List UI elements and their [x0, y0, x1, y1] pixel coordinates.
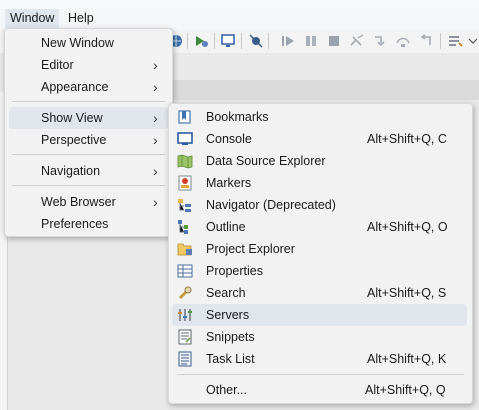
search-label: Search — [206, 286, 246, 300]
show-view-data-source-explorer[interactable]: Data Source Explorer — [172, 150, 467, 172]
window-menu-show-view[interactable]: Show View › — [9, 107, 168, 129]
show-view-navigator[interactable]: Navigator (Deprecated) — [172, 194, 467, 216]
menu-help[interactable]: Help — [63, 9, 99, 28]
data-source-explorer-label: Data Source Explorer — [206, 154, 326, 168]
debug-run-icon[interactable] — [193, 33, 209, 49]
dropdown-icon[interactable] — [468, 33, 479, 49]
servers-icon — [177, 307, 193, 323]
appearance-label: Appearance — [41, 80, 109, 94]
window-menu-perspective[interactable]: Perspective › — [9, 129, 168, 151]
properties-label: Properties — [206, 264, 263, 278]
submenu-arrow-icon: › — [153, 163, 158, 179]
submenu-arrow-icon: › — [153, 79, 158, 95]
preferences-label: Preferences — [41, 217, 109, 231]
properties-icon — [177, 263, 193, 279]
menu-separator — [177, 374, 464, 375]
new-window-label: New Window — [41, 36, 114, 50]
window-menu-new-window[interactable]: New Window — [9, 32, 168, 54]
outline-shortcut: Alt+Shift+Q, O — [367, 220, 448, 234]
step-return-icon[interactable] — [418, 33, 434, 49]
navigation-label: Navigation — [41, 164, 101, 178]
project-explorer-icon — [177, 241, 193, 257]
outline-label: Outline — [206, 220, 246, 234]
show-view-bookmarks[interactable]: Bookmarks — [172, 106, 467, 128]
show-view-submenu: Bookmarks Console Alt+Shift+Q, C Data So… — [168, 103, 473, 404]
show-view-task-list[interactable]: Task List Alt+Shift+Q, K — [172, 348, 467, 370]
show-view-console[interactable]: Console Alt+Shift+Q, C — [172, 128, 467, 150]
window-menu-web-browser[interactable]: Web Browser › — [9, 191, 168, 213]
step-into-icon[interactable] — [372, 33, 388, 49]
window-menu-preferences[interactable]: Preferences — [9, 213, 168, 235]
snippets-icon — [177, 329, 193, 345]
task-list-shortcut: Alt+Shift+Q, K — [367, 352, 447, 366]
editor-tab-strip — [170, 80, 479, 100]
other-label: Other... — [206, 383, 247, 397]
editor-label: Editor — [41, 58, 74, 72]
suspend-icon[interactable] — [303, 33, 319, 49]
markers-icon — [177, 175, 193, 191]
console-label: Console — [206, 132, 252, 146]
title-strip — [0, 0, 479, 9]
disconnect-icon[interactable] — [349, 33, 365, 49]
servers-label: Servers — [206, 308, 250, 322]
outline-icon — [177, 219, 193, 235]
navigator-label: Navigator (Deprecated) — [206, 198, 336, 212]
perspective-label: Perspective — [41, 133, 107, 147]
resume-icon[interactable] — [280, 33, 296, 49]
show-view-search[interactable]: Search Alt+Shift+Q, S — [172, 282, 467, 304]
menu-separator — [12, 101, 165, 102]
search-shortcut: Alt+Shift+Q, S — [367, 286, 447, 300]
search-icon — [177, 285, 193, 301]
task-list-icon — [177, 351, 193, 367]
show-view-servers[interactable]: Servers — [172, 304, 467, 326]
show-view-markers[interactable]: Markers — [172, 172, 467, 194]
menu-separator — [12, 185, 165, 186]
submenu-arrow-icon: › — [153, 57, 158, 73]
show-view-outline[interactable]: Outline Alt+Shift+Q, O — [172, 216, 467, 238]
menu-separator — [12, 154, 165, 155]
menu-window[interactable]: Window — [5, 9, 60, 28]
window-menu-navigation[interactable]: Navigation › — [9, 160, 168, 182]
show-view-project-explorer[interactable]: Project Explorer — [172, 238, 467, 260]
window-menu-editor[interactable]: Editor › — [9, 54, 168, 76]
window-menu-appearance[interactable]: Appearance › — [9, 76, 168, 98]
toolbar-separator — [268, 33, 269, 49]
console-shortcut: Alt+Shift+Q, C — [367, 132, 447, 146]
markers-label: Markers — [206, 176, 252, 190]
navigator-icon — [177, 197, 193, 213]
toolbar-separator — [241, 33, 242, 49]
submenu-arrow-icon: › — [153, 194, 158, 210]
skip-breakpoints-icon[interactable] — [248, 33, 264, 49]
submenu-arrow-icon: › — [153, 110, 158, 126]
bookmarks-icon — [177, 109, 193, 125]
show-view-snippets[interactable]: Snippets — [172, 326, 467, 348]
show-view-label: Show View — [41, 111, 103, 125]
project-explorer-label: Project Explorer — [206, 242, 295, 256]
toolbar-separator — [440, 33, 441, 49]
menubar: Window Help — [0, 9, 479, 29]
use-step-filters-icon[interactable] — [447, 33, 463, 49]
toolbar-separator — [214, 33, 215, 49]
task-list-label: Task List — [206, 352, 255, 366]
console-icon — [177, 131, 193, 147]
toolbar-separator — [187, 33, 188, 49]
terminate-icon[interactable] — [326, 33, 342, 49]
window-menu: New Window Editor › Appearance › Show Vi… — [4, 28, 173, 237]
web-browser-label: Web Browser — [41, 195, 116, 209]
submenu-arrow-icon: › — [153, 132, 158, 148]
step-over-icon[interactable] — [395, 33, 411, 49]
bookmarks-label: Bookmarks — [206, 110, 269, 124]
other-shortcut: Alt+Shift+Q, Q — [365, 383, 446, 397]
snippets-label: Snippets — [206, 330, 255, 344]
show-view-properties[interactable]: Properties — [172, 260, 467, 282]
show-view-other[interactable]: Other... Alt+Shift+Q, Q — [172, 379, 467, 401]
monitor-icon[interactable] — [220, 33, 236, 49]
data-source-explorer-icon — [177, 153, 193, 169]
